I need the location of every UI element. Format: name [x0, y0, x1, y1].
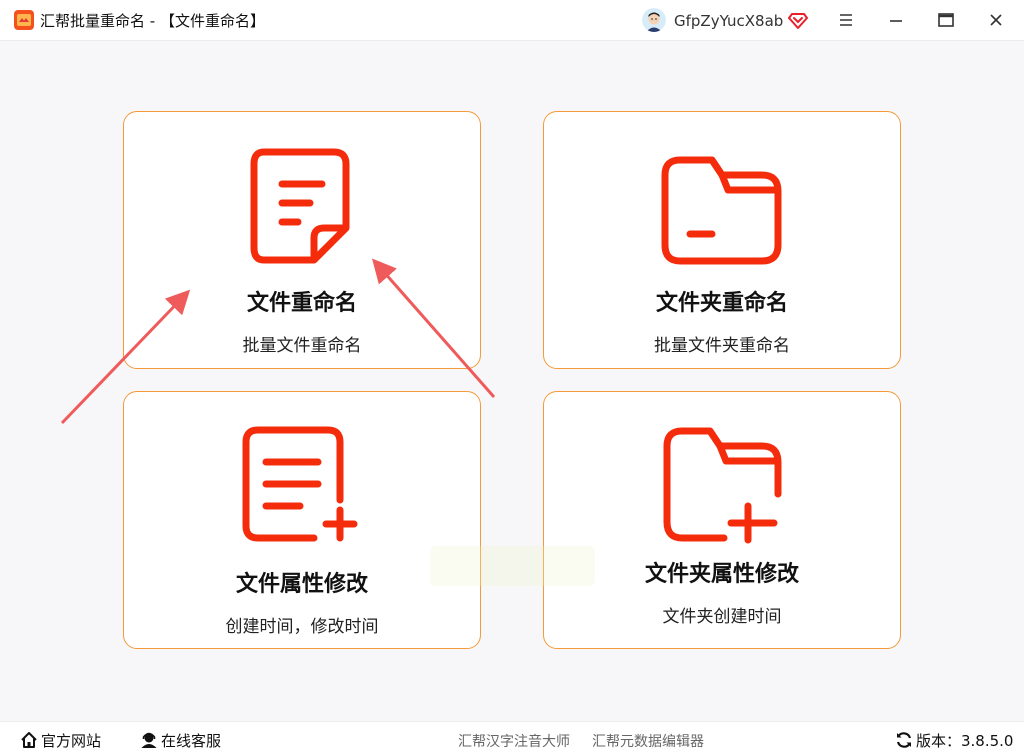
- folder-icon: [661, 156, 782, 265]
- card-title: 文件夹重命名: [655, 291, 788, 316]
- menu-button[interactable]: [834, 8, 858, 32]
- card-subtitle: 批量文件夹重命名: [654, 336, 790, 356]
- card-subtitle: 创建时间，修改时间: [225, 617, 379, 637]
- support-label: 在线客服: [161, 732, 222, 750]
- support-agent-icon: [141, 732, 157, 748]
- card-folder-attributes[interactable]: 文件夹属性修改 文件夹创建时间: [543, 391, 901, 649]
- card-folder-rename[interactable]: 文件夹重命名 批量文件夹重命名: [543, 111, 901, 369]
- watermark: [430, 546, 595, 586]
- vip-diamond-icon[interactable]: [788, 10, 808, 30]
- minimize-button[interactable]: [884, 8, 908, 32]
- username[interactable]: GfpZyYucX8ab: [674, 11, 783, 31]
- website-link[interactable]: 官方网站: [20, 731, 101, 751]
- main-panel: 文件重命名 批量文件重命名 文件夹重命名 批量文件夹重命名 文件属性修改 创建时…: [0, 41, 1024, 721]
- home-icon: [21, 732, 37, 748]
- document-plus-icon: [242, 426, 358, 542]
- title-bar: 汇帮批量重命名 - 【文件重命名】 GfpZyYucX8ab: [0, 0, 1024, 41]
- card-subtitle: 批量文件重命名: [242, 336, 362, 356]
- card-subtitle: 文件夹创建时间: [662, 607, 782, 627]
- card-title: 文件夹属性修改: [644, 562, 799, 587]
- card-file-rename[interactable]: 文件重命名 批量文件重命名: [123, 111, 481, 369]
- version-label: 版本：3.8.5.0: [916, 732, 1014, 750]
- metadata-tool-link[interactable]: 汇帮元数据编辑器: [592, 732, 704, 752]
- version-info[interactable]: 版本：3.8.5.0: [895, 731, 1013, 751]
- card-file-attributes[interactable]: 文件属性修改 创建时间，修改时间: [123, 391, 481, 649]
- close-button[interactable]: [984, 8, 1008, 32]
- maximize-button[interactable]: [934, 8, 958, 32]
- maximize-icon: [938, 13, 954, 27]
- close-icon: [990, 14, 1002, 26]
- pinyin-tool-link[interactable]: 汇帮汉字注音大师: [458, 732, 570, 752]
- card-title: 文件重命名: [246, 291, 357, 316]
- window-title: 汇帮批量重命名 - 【文件重命名】: [40, 12, 265, 30]
- hamburger-icon: [840, 14, 852, 26]
- document-icon: [250, 148, 350, 264]
- status-bar: 官方网站 在线客服 汇帮汉字注音大师 汇帮元数据编辑器 版本：3.8.5.0: [0, 721, 1024, 756]
- refresh-icon: [896, 732, 912, 748]
- app-logo-icon: [14, 10, 34, 30]
- card-title: 文件属性修改: [235, 572, 368, 597]
- minimize-icon: [890, 20, 902, 22]
- support-link[interactable]: 在线客服: [140, 731, 221, 751]
- avatar[interactable]: [642, 8, 666, 32]
- website-label: 官方网站: [41, 732, 102, 750]
- folder-plus-icon: [663, 427, 782, 544]
